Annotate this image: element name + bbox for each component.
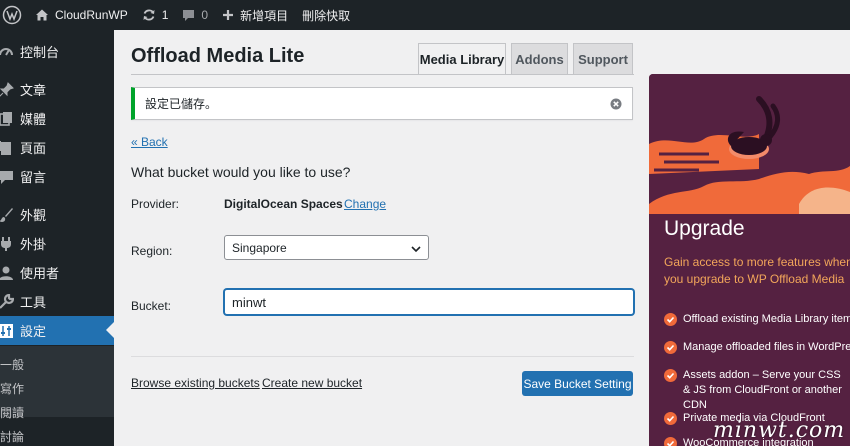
change-provider-link[interactable]: Change [344, 197, 386, 211]
menu-label: 外掛 [20, 237, 47, 252]
menu-dashboard[interactable]: 控制台 [0, 37, 114, 66]
updates-link[interactable]: 1 [135, 0, 176, 30]
comment-icon [0, 167, 16, 187]
menu-tools[interactable]: 工具 [0, 287, 114, 316]
region-label: Region: [131, 244, 173, 258]
feature-item: Offload existing Media Library items [664, 312, 850, 327]
browse-buckets-link[interactable]: Browse existing buckets [131, 376, 260, 390]
new-content-label: 新增項目 [240, 8, 289, 23]
region-select[interactable]: Singapore [224, 235, 429, 260]
menu-label: 留言 [20, 170, 47, 185]
feature-item: Manage offloaded files in WordPress [664, 340, 850, 355]
menu-posts[interactable]: 文章 [0, 75, 114, 104]
chevron-down-icon [411, 243, 421, 253]
feature-text: Assets addon – Serve your CSS & JS from … [683, 369, 842, 411]
new-content-link[interactable]: 新增項目 [215, 0, 295, 30]
updates-count: 1 [161, 8, 169, 22]
upgrade-title: Upgrade [664, 217, 745, 240]
create-bucket-link[interactable]: Create new bucket [262, 376, 362, 390]
feature-text: Offload existing Media Library items [683, 313, 850, 325]
menu-label: 工具 [20, 295, 47, 310]
menu-comments[interactable]: 留言 [0, 162, 114, 191]
menu-plugins[interactable]: 外掛 [0, 229, 114, 258]
menu-label: 使用者 [20, 266, 60, 281]
feature-item: Assets addon – Serve your CSS & JS from … [664, 368, 850, 413]
site-name: CloudRunWP [55, 8, 128, 22]
back-link[interactable]: « Back [131, 135, 168, 149]
tab-support[interactable]: Support [573, 43, 633, 74]
home-icon [35, 8, 49, 22]
menu-label: 頁面 [20, 141, 47, 156]
check-icon [664, 341, 677, 354]
plugin-icon [0, 234, 16, 254]
page-title: Offload Media Lite [131, 45, 305, 67]
menu-label: 外觀 [20, 208, 47, 223]
submenu-discussion[interactable]: 討論 [0, 428, 24, 445]
menu-label: 文章 [20, 83, 47, 98]
menu-label: 媒體 [20, 112, 47, 127]
success-notice: 設定已儲存。 [131, 87, 633, 120]
admin-bar: CloudRunWP 1 0 新增項目 刪除快取 [0, 0, 850, 30]
bucket-question: What bucket would you like to use? [131, 164, 351, 180]
media-icon [0, 109, 16, 129]
brush-icon [0, 205, 16, 225]
wordpress-logo-icon[interactable] [0, 0, 28, 30]
provider-label: Provider: [131, 197, 180, 211]
tab-addons[interactable]: Addons [511, 43, 568, 74]
comments-count: 0 [201, 8, 209, 22]
site-name-link[interactable]: CloudRunWP [28, 0, 135, 30]
region-selected-value: Singapore [232, 240, 287, 255]
tab-media-library[interactable]: Media Library [418, 43, 506, 75]
settings-icon [0, 321, 16, 341]
bucket-input-value: minwt [232, 294, 266, 310]
upgrade-description: Gain access to more features when you up… [664, 255, 850, 286]
menu-users[interactable]: 使用者 [0, 258, 114, 287]
save-bucket-button[interactable]: Save Bucket Setting [522, 371, 633, 396]
menu-media[interactable]: 媒體 [0, 104, 114, 133]
check-icon [664, 313, 677, 326]
page-icon [0, 138, 16, 158]
menu-label: 控制台 [20, 45, 60, 60]
rabbit-illustration [649, 74, 850, 214]
comment-bubble-icon [182, 9, 195, 22]
menu-label: 設定 [20, 324, 47, 339]
notice-text: 設定已儲存。 [145, 97, 218, 111]
menu-settings[interactable]: 設定 [0, 316, 114, 345]
check-icon [664, 437, 677, 446]
pin-icon [0, 80, 16, 100]
dashboard-icon [0, 42, 16, 62]
form-divider [131, 356, 634, 357]
check-icon [664, 369, 677, 382]
refresh-icon [142, 8, 156, 22]
purge-cache-label: 刪除快取 [302, 8, 351, 23]
upgrade-panel: Upgrade Gain access to more features whe… [649, 74, 850, 446]
watermark: minwt.com [713, 418, 846, 443]
feature-text: Manage offloaded files in WordPress [683, 341, 850, 353]
user-icon [0, 263, 16, 283]
settings-submenu: 一般 寫作 閱讀 討論 [0, 346, 114, 444]
wrench-icon [0, 292, 16, 312]
submenu-general[interactable]: 一般 [0, 356, 24, 373]
comments-link[interactable]: 0 [175, 0, 215, 30]
bucket-input[interactable]: minwt [224, 289, 634, 315]
provider-value: DigitalOcean Spaces [224, 197, 343, 211]
tab-divider [131, 74, 634, 75]
plus-icon [222, 9, 234, 21]
check-icon [664, 412, 677, 425]
bucket-label: Bucket: [131, 299, 172, 313]
submenu-writing[interactable]: 寫作 [0, 380, 24, 397]
admin-sidebar: 控制台 文章 媒體 頁面 留言 外觀 外掛 使用者 工具 設定 一般 寫作 閱讀… [0, 30, 114, 446]
dismiss-icon[interactable] [610, 98, 622, 110]
menu-appearance[interactable]: 外觀 [0, 200, 114, 229]
purge-cache-link[interactable]: 刪除快取 [295, 0, 357, 30]
submenu-reading[interactable]: 閱讀 [0, 404, 24, 421]
menu-pages[interactable]: 頁面 [0, 133, 114, 162]
